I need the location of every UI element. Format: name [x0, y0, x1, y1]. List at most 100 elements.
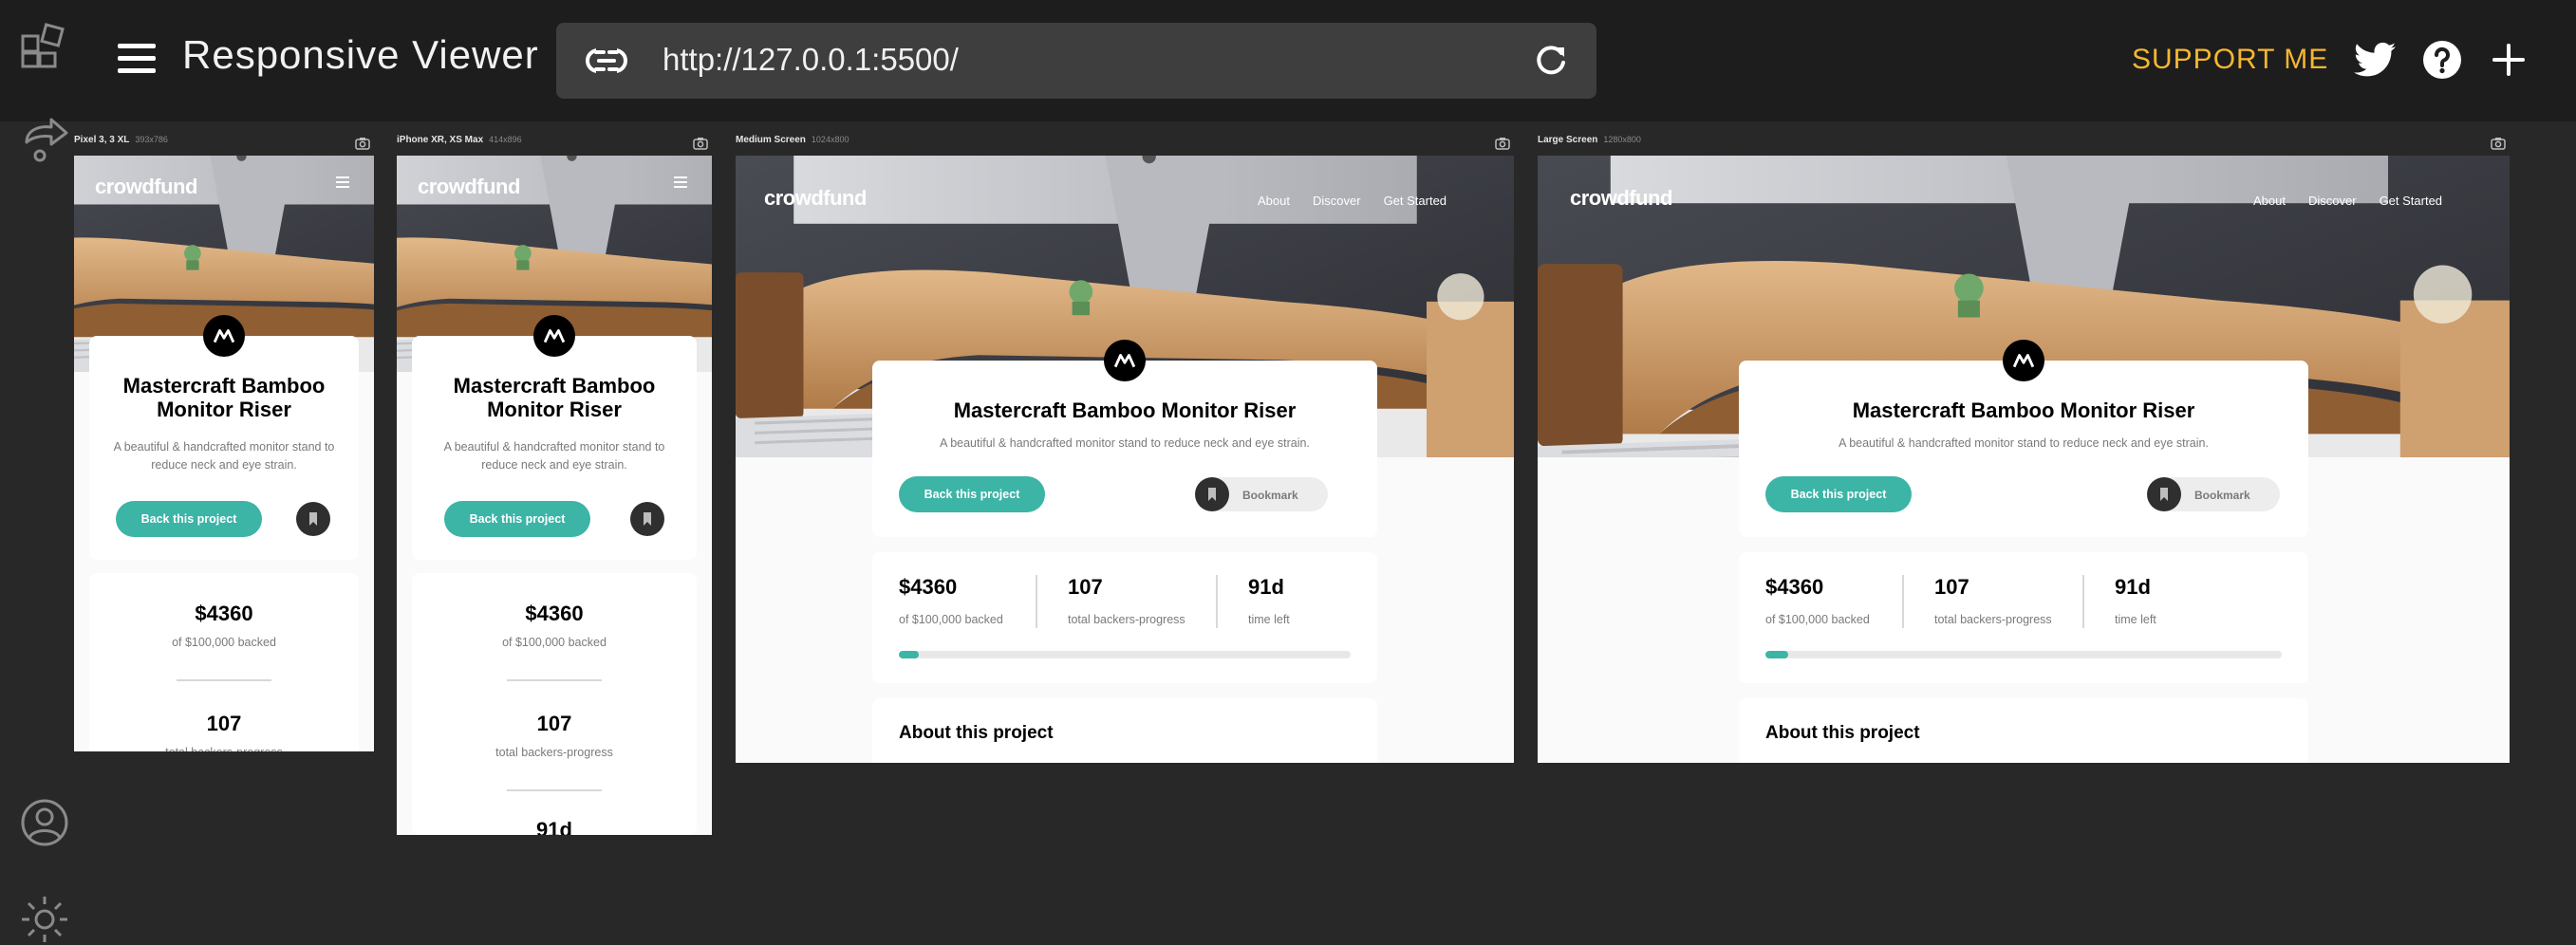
stats-card: $4360 of $100,000 backed 107 total backe…	[872, 552, 1377, 683]
site-nav: About Discover Get Started	[2231, 194, 2442, 208]
nav-discover[interactable]: Discover	[2308, 194, 2357, 208]
url-bar[interactable]	[556, 23, 1596, 99]
plus-icon[interactable]	[2492, 44, 2525, 76]
bookmark-label: Bookmark	[1242, 489, 1298, 502]
stats-card: $4360 of $100,000 backed 107 total backe…	[1739, 552, 2308, 683]
mastercraft-logo-icon	[533, 315, 575, 357]
project-card: Mastercraft Bamboo Monitor Riser A beaut…	[412, 315, 697, 560]
divider	[1036, 575, 1037, 628]
about-card: About this project	[872, 698, 1377, 763]
stat-backers-label: total backers-progress	[89, 746, 359, 751]
about-title: About this project	[1765, 723, 1920, 743]
site-logo[interactable]: crowdfund	[764, 186, 867, 211]
stat-time-label: time left	[1248, 613, 1290, 626]
device-header: Medium Screen 1024x800	[736, 135, 1514, 156]
stat-backers-label: total backers-progress	[1068, 613, 1185, 626]
settings-icon[interactable]	[19, 894, 70, 945]
layout-icon[interactable]	[19, 17, 70, 68]
viewport: crowdfund Mastercraft Bamboo Monitor Ris…	[397, 156, 712, 835]
user-icon[interactable]	[19, 797, 70, 848]
stat-backers-value: 107	[536, 712, 572, 735]
project-description: A beautiful & handcrafted monitor stand …	[113, 440, 335, 472]
project-description: A beautiful & handcrafted monitor stand …	[1839, 436, 2209, 450]
stats-card: $4360 of $100,000 backed 107 total backe…	[412, 573, 697, 835]
stat-time-value: 91d	[1248, 575, 1284, 599]
support-me-button[interactable]: SUPPORT ME	[2132, 44, 2328, 76]
back-project-button[interactable]: Back this project	[899, 476, 1045, 512]
reload-icon[interactable]	[1532, 42, 1570, 80]
bookmark-button[interactable]	[630, 502, 664, 536]
project-title: Mastercraft Bamboo Monitor Riser	[953, 398, 1297, 422]
back-project-button[interactable]: Back this project	[1765, 476, 1912, 512]
stat-backed-value: $4360	[899, 575, 958, 599]
divider	[507, 679, 602, 681]
about-title: About this project	[899, 723, 1054, 743]
stat-backed-label: of $100,000 backed	[172, 636, 276, 649]
nav-get-started[interactable]: Get Started	[2380, 194, 2442, 208]
progress-bar	[1765, 651, 2282, 658]
bookmark-button[interactable]: Bookmark	[1195, 477, 1328, 511]
project-card: Mastercraft Bamboo Monitor Riser A beaut…	[89, 315, 359, 560]
twitter-icon[interactable]	[2354, 42, 2396, 78]
project-card: Mastercraft Bamboo Monitor Riser A beaut…	[872, 340, 1377, 537]
mastercraft-logo-icon	[2003, 340, 2044, 381]
viewport: crowdfund Mastercraft Bamboo Monitor Ris…	[74, 156, 374, 751]
project-description: A beautiful & handcrafted monitor stand …	[940, 436, 1310, 450]
help-icon[interactable]	[2422, 40, 2462, 80]
top-bar: Responsive Viewer SUPPORT ME	[0, 0, 2576, 121]
progress-bar	[899, 651, 1351, 658]
site-logo[interactable]: crowdfund	[95, 175, 197, 199]
bookmark-icon	[2147, 477, 2181, 511]
device-size: 414x896	[489, 135, 522, 144]
divider	[507, 789, 602, 791]
nav-about[interactable]: About	[1258, 194, 1290, 208]
stat-backers-value: 107	[206, 712, 242, 735]
back-project-button[interactable]: Back this project	[116, 501, 262, 537]
device-name: Pixel 3, 3 XL	[74, 135, 130, 145]
device-name: iPhone XR, XS Max	[397, 135, 484, 145]
project-title: Mastercraft Bamboo Monitor Riser	[122, 374, 326, 422]
menu-icon[interactable]	[118, 44, 156, 74]
site-logo[interactable]: crowdfund	[1570, 186, 1672, 211]
hamburger-icon[interactable]	[336, 176, 349, 188]
mastercraft-logo-icon	[1104, 340, 1146, 381]
camera-icon[interactable]	[1495, 137, 1510, 150]
bookmark-icon	[643, 512, 652, 526]
divider	[1902, 575, 1904, 628]
device-frame-iphone: iPhone XR, XS Max 414x896 crowdfund Maste…	[397, 135, 712, 835]
share-icon[interactable]	[19, 114, 70, 165]
device-name: Large Screen	[1538, 135, 1598, 145]
camera-icon[interactable]	[355, 137, 370, 150]
project-title: Mastercraft Bamboo Monitor Riser	[453, 374, 656, 422]
stat-backers-value: 107	[1934, 575, 1969, 599]
divider	[177, 679, 271, 681]
bookmark-button[interactable]	[296, 502, 330, 536]
device-frame-pixel: Pixel 3, 3 XL 393x786 crowdfund Mastercra…	[74, 135, 374, 751]
divider	[1216, 575, 1218, 628]
nav-get-started[interactable]: Get Started	[1384, 194, 1447, 208]
project-title: Mastercraft Bamboo Monitor Riser	[1852, 398, 2195, 422]
viewport: crowdfund About Discover Get Started Maste…	[736, 156, 1514, 763]
stat-backed-label: of $100,000 backed	[502, 636, 607, 649]
stat-backed-value: $4360	[1765, 575, 1824, 599]
camera-icon[interactable]	[693, 137, 708, 150]
stat-backers-label: total backers-progress	[1934, 613, 2052, 626]
stat-time-label: time left	[2115, 613, 2156, 626]
site-logo[interactable]: crowdfund	[418, 175, 520, 199]
device-header: Pixel 3, 3 XL 393x786	[74, 135, 374, 156]
back-project-button[interactable]: Back this project	[444, 501, 590, 537]
nav-discover[interactable]: Discover	[1313, 194, 1361, 208]
nav-about[interactable]: About	[2253, 194, 2286, 208]
url-input[interactable]	[663, 34, 1498, 85]
divider	[2082, 575, 2084, 628]
camera-icon[interactable]	[2491, 137, 2506, 150]
project-description: A beautiful & handcrafted monitor stand …	[443, 440, 665, 472]
mastercraft-logo-icon	[203, 315, 245, 357]
device-name: Medium Screen	[736, 135, 806, 145]
hamburger-icon[interactable]	[674, 176, 687, 188]
bookmark-button[interactable]: Bookmark	[2147, 477, 2280, 511]
stat-backers-label: total backers-progress	[495, 746, 613, 759]
stat-backed-value: $4360	[525, 602, 584, 625]
device-frame-large: Large Screen 1280x800 crowdfund About Disc…	[1538, 135, 2510, 763]
device-frame-medium: Medium Screen 1024x800 crowdfund About Dis…	[736, 135, 1514, 763]
